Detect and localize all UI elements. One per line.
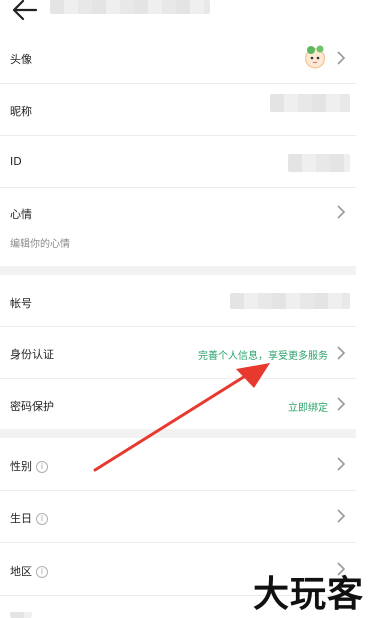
section-divider <box>0 266 356 275</box>
info-icon[interactable]: i <box>36 566 48 578</box>
chevron-right-icon <box>337 397 346 411</box>
row-mood[interactable]: 心情 编辑你的心情 <box>0 188 356 266</box>
chevron-right-icon <box>337 457 346 471</box>
avatar <box>302 44 328 70</box>
row-identity-label: 身份认证 <box>10 348 54 361</box>
row-account-label: 帐号 <box>10 297 32 310</box>
row-region-label: 地区 <box>10 565 32 578</box>
chevron-right-icon <box>337 346 346 360</box>
info-icon[interactable]: i <box>36 513 48 525</box>
row-id-label: ID <box>10 155 22 168</box>
nickname-value-blurred <box>270 94 350 112</box>
row-avatar-label: 头像 <box>10 53 32 66</box>
row-gender-label-wrap: 性别 i <box>10 458 48 474</box>
back-arrow-icon[interactable] <box>10 0 40 23</box>
password-bind-text[interactable]: 立即绑定 <box>288 399 328 414</box>
identity-action-text[interactable]: 完善个人信息，享受更多服务 <box>198 347 328 362</box>
row-birthday-label-wrap: 生日 i <box>10 510 48 526</box>
row-birthday[interactable]: 生日 i <box>0 491 356 543</box>
avatar-character-icon <box>307 45 324 64</box>
top-bar <box>0 0 377 30</box>
next-row-label-cut <box>10 612 32 618</box>
row-identity[interactable]: 身份认证 完善个人信息，享受更多服务 <box>0 327 356 379</box>
page-title-blurred <box>50 0 210 14</box>
chevron-right-icon <box>337 205 346 219</box>
row-gender[interactable]: 性别 i <box>0 438 356 491</box>
row-nickname[interactable]: 昵称 <box>0 84 356 136</box>
chevron-right-icon <box>337 51 346 65</box>
watermark-logo: 大玩客 <box>253 574 365 615</box>
section-divider <box>0 429 356 438</box>
row-account: 帐号 <box>0 275 356 327</box>
row-avatar[interactable]: 头像 <box>0 31 356 84</box>
row-birthday-label: 生日 <box>10 512 32 525</box>
row-mood-label: 心情 <box>10 208 32 221</box>
chevron-right-icon <box>337 509 346 523</box>
row-password-label: 密码保护 <box>10 400 54 413</box>
id-value-blurred <box>288 154 350 172</box>
account-value-blurred <box>230 293 350 309</box>
row-gender-label: 性别 <box>10 460 32 473</box>
row-password-protection[interactable]: 密码保护 立即绑定 <box>0 379 356 429</box>
row-region-label-wrap: 地区 i <box>10 563 48 579</box>
row-nickname-label: 昵称 <box>10 105 32 118</box>
mood-placeholder: 编辑你的心情 <box>10 239 70 250</box>
info-icon[interactable]: i <box>36 461 48 473</box>
row-id: ID <box>0 136 356 188</box>
